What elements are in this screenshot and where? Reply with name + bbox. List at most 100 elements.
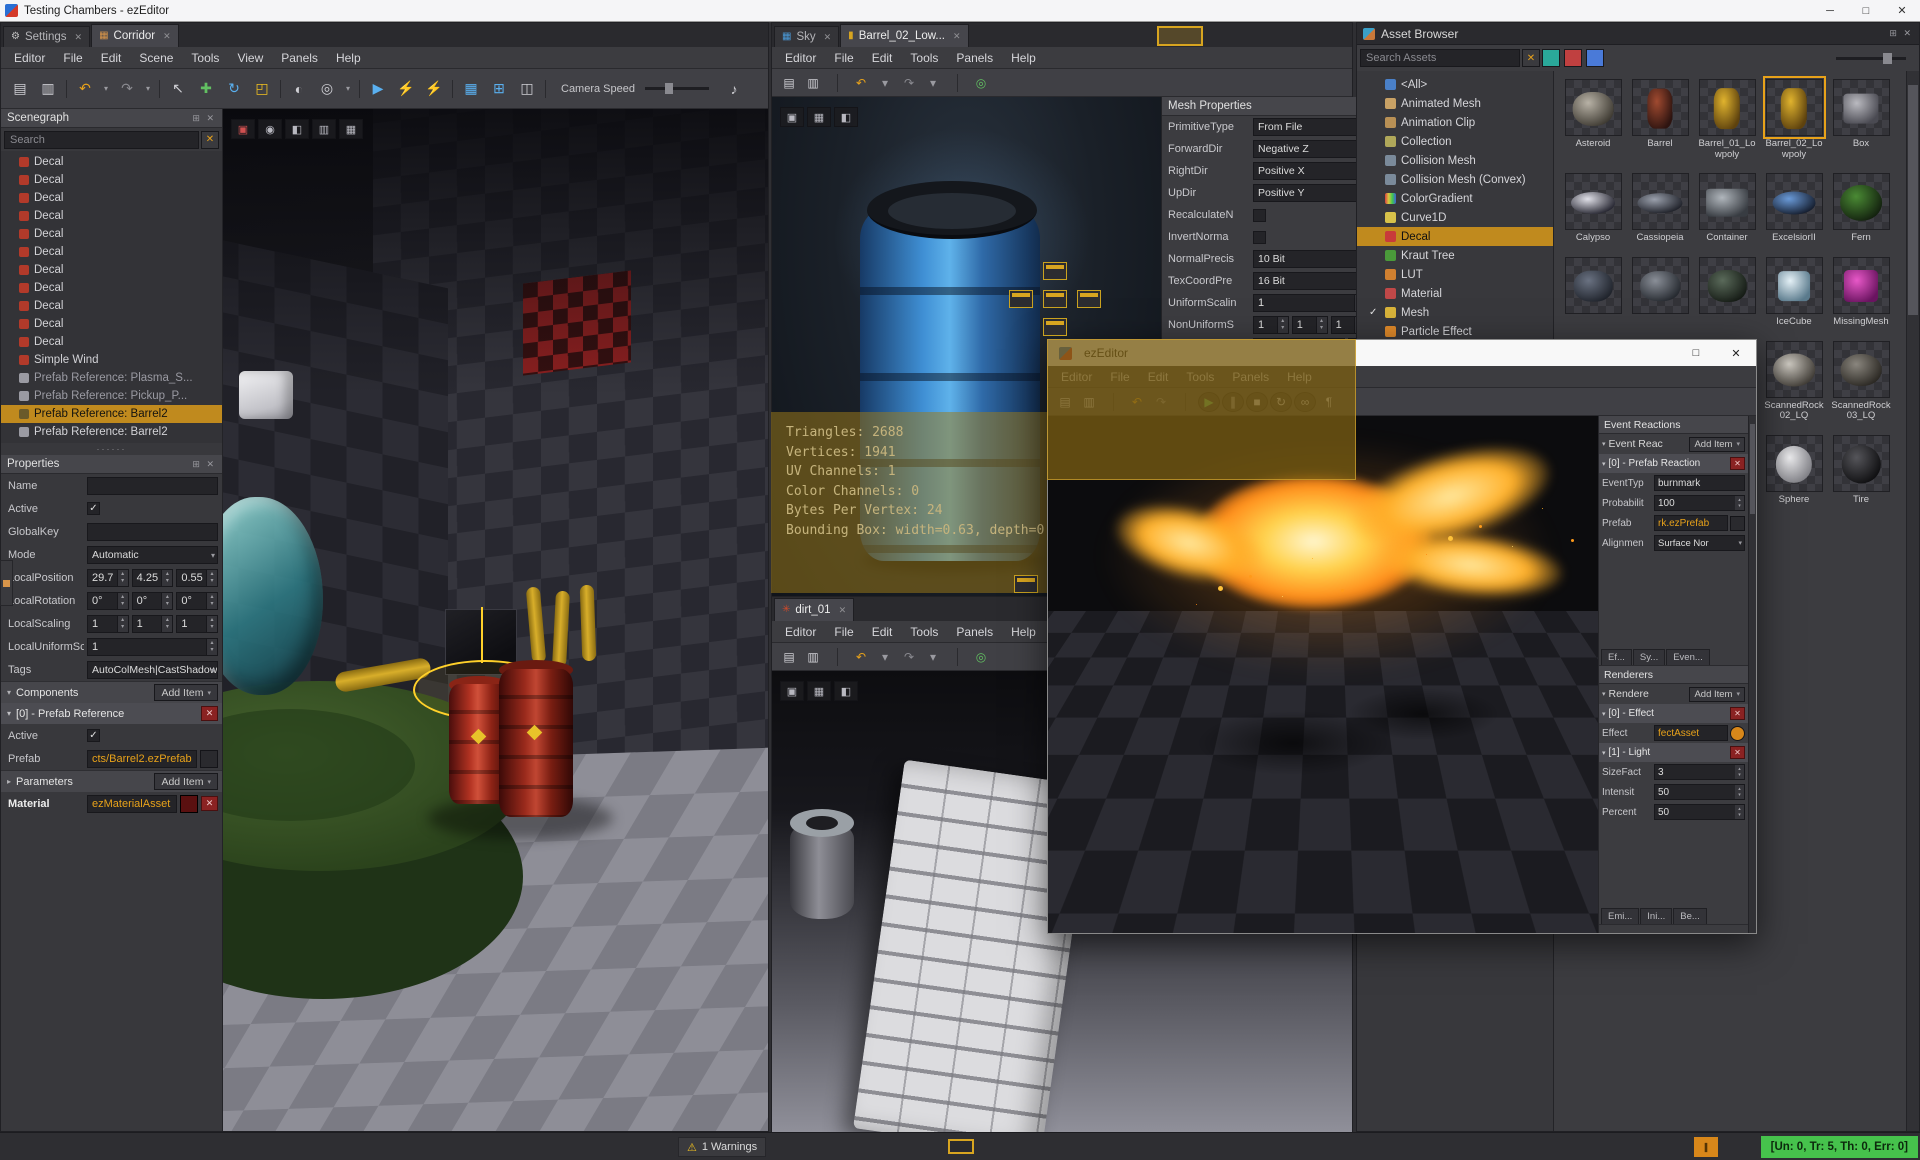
asset-item[interactable]: Barrel_02_Lowpoly (1761, 79, 1827, 160)
view-mode-icon[interactable] (1586, 49, 1604, 67)
menu-item[interactable]: File (54, 47, 91, 69)
camera-speed-slider[interactable] (645, 87, 709, 90)
render-dropdown-icon[interactable]: ▾ (342, 77, 354, 101)
visibility-icon[interactable]: ◉ (258, 119, 282, 139)
separator[interactable] (826, 73, 848, 93)
export-asset-icon[interactable]: ◎ (970, 73, 992, 93)
scenegraph-item[interactable]: Decal (1, 261, 222, 279)
screenshot-icon[interactable]: ▥ (312, 119, 336, 139)
splitter-handle[interactable]: ······ (1, 443, 222, 455)
asset-type-filter[interactable]: ColorGradient (1357, 189, 1553, 208)
asset-item[interactable] (1560, 257, 1626, 328)
menu-item[interactable]: Tools (182, 47, 228, 69)
simulate-icon[interactable]: ⚡ (393, 77, 419, 101)
scale-x-input[interactable]: 1 (87, 615, 129, 633)
translate-tool-icon[interactable]: ✚ (193, 77, 219, 101)
scenegraph-item[interactable]: Decal (1, 297, 222, 315)
selection-gizmo-axis[interactable] (481, 607, 483, 663)
remove-reaction-icon[interactable]: ✕ (1730, 457, 1745, 470)
asset-item[interactable]: Barrel (1627, 79, 1693, 160)
scale-z-input[interactable]: 1 (176, 615, 218, 633)
asset-browse-button[interactable] (200, 750, 218, 768)
scenegraph-item[interactable]: Prefab Reference: Barrel2 (1, 423, 222, 441)
asset-type-filter[interactable]: Curve1D (1357, 208, 1553, 227)
asset-item[interactable]: Tire (1828, 435, 1894, 506)
renderers-section[interactable]: Rendere Add Item (1599, 684, 1748, 704)
panel-tab[interactable]: Be... (1673, 908, 1707, 924)
undo-icon[interactable]: ↶ (72, 77, 98, 101)
scenegraph-item[interactable]: Decal (1, 315, 222, 333)
rotation-z-input[interactable]: 0° (176, 592, 218, 610)
camera-icon[interactable]: ▣ (231, 119, 255, 139)
asset-type-filter[interactable]: Collision Mesh (1357, 151, 1553, 170)
remove-renderer-icon[interactable]: ✕ (1730, 707, 1745, 720)
panel-tab[interactable]: Ef... (1601, 649, 1632, 665)
grid-icon[interactable]: ▦ (339, 119, 363, 139)
panel-tab[interactable]: Sy... (1633, 649, 1665, 665)
asset-item[interactable]: Fern (1828, 173, 1894, 244)
add-event-reaction-button[interactable]: Add Item (1689, 437, 1745, 452)
components-section-header[interactable]: Components Add Item (1, 681, 222, 703)
remove-component-icon[interactable]: ✕ (201, 706, 218, 721)
asset-item[interactable]: Cassiopeia (1627, 173, 1693, 244)
play-icon[interactable]: ▶ (365, 77, 391, 101)
pause-status-button[interactable]: ∥ (1694, 1137, 1718, 1157)
panel-tab[interactable]: Ini... (1640, 908, 1672, 924)
dock-target-icon[interactable] (1043, 318, 1067, 336)
tab-close-icon[interactable]: ✕ (75, 32, 83, 43)
menu-item[interactable]: Editor (5, 47, 54, 69)
separator[interactable] (156, 77, 163, 101)
right-dir-select[interactable]: Positive X (1253, 162, 1366, 180)
minimize-button[interactable]: ─ (1812, 0, 1848, 21)
save-all-icon[interactable]: ▥ (802, 73, 824, 93)
camera-icon[interactable]: ▣ (780, 107, 804, 127)
scenegraph-item[interactable]: Decal (1, 171, 222, 189)
tab-close-icon[interactable]: ✕ (824, 32, 832, 43)
nonuniform-y-input[interactable]: 1 (1292, 316, 1328, 334)
component-group-header[interactable]: [0] - Prefab Reference ✕ (1, 703, 222, 724)
effect-asset-input[interactable]: fectAsset (1654, 725, 1728, 741)
asset-item[interactable]: Asteroid (1560, 79, 1626, 160)
scrollbar[interactable] (1906, 71, 1919, 1131)
scenegraph-item[interactable]: Decal (1, 333, 222, 351)
filter-types-icon[interactable] (1564, 49, 1582, 67)
run-icon[interactable]: ⚡ (421, 77, 447, 101)
asset-type-filter[interactable]: Decal (1357, 227, 1553, 246)
scenegraph-item[interactable]: Prefab Reference: Pickup_P... (1, 387, 222, 405)
select-tool-icon[interactable]: ↖ (165, 77, 191, 101)
menu-item[interactable]: Tools (901, 47, 947, 69)
asset-item[interactable]: ScannedRock03_LQ (1828, 341, 1894, 422)
close-button[interactable]: ✕ (1716, 340, 1756, 366)
dock-target-icon[interactable] (948, 1139, 974, 1154)
filter-collections-icon[interactable] (1542, 49, 1560, 67)
menu-item[interactable]: Editor (776, 621, 825, 643)
alignment-select[interactable]: Surface Nor (1654, 535, 1745, 551)
panel-dock-icons[interactable]: ⊞ ✕ (1889, 28, 1913, 39)
save-icon[interactable]: ▤ (778, 73, 800, 93)
intensity-input[interactable]: 50 (1654, 784, 1745, 800)
dock-target-icon[interactable] (1077, 290, 1101, 308)
asset-item[interactable]: Calypso (1560, 173, 1626, 244)
size-factor-input[interactable]: 3 (1654, 764, 1745, 780)
menu-item[interactable]: File (825, 47, 862, 69)
dock-target-icon[interactable] (1014, 575, 1038, 593)
document-tab[interactable]: ⚙ Settings ✕ (3, 26, 90, 47)
render-mode-icon[interactable]: ◐ (286, 77, 312, 101)
grid-toggle-icon[interactable]: ▦ (458, 77, 484, 101)
search-clear-icon[interactable]: ✕ (201, 131, 219, 149)
scene-viewport[interactable]: ▣ ◉ ◧ ▥ ▦ (223, 109, 768, 1131)
dock-target-icon[interactable] (1043, 262, 1067, 280)
tab-close-icon[interactable]: ✕ (953, 31, 961, 42)
asset-type-filter[interactable]: Animated Mesh (1357, 94, 1553, 113)
add-component-button[interactable]: Add Item (154, 684, 218, 701)
separator[interactable] (277, 77, 284, 101)
tab-close-icon[interactable]: ✕ (163, 31, 171, 42)
scale-y-input[interactable]: 1 (132, 615, 174, 633)
asset-item[interactable]: IceCube (1761, 257, 1827, 328)
material-color-swatch[interactable] (180, 795, 198, 813)
thumbnail-size-slider[interactable] (1836, 57, 1906, 60)
undo-dropdown-icon[interactable]: ▾ (874, 73, 896, 93)
rotation-x-input[interactable]: 0° (87, 592, 129, 610)
separator[interactable] (946, 647, 968, 667)
dock-target-icon[interactable] (1043, 290, 1067, 308)
